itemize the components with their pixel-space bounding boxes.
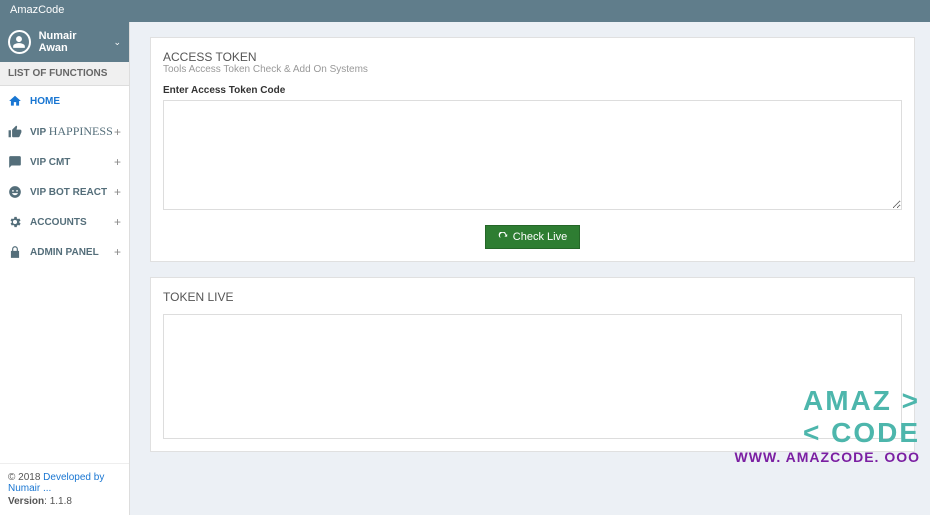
sidebar-item-label: VIP CMT	[30, 157, 121, 168]
panel-title: ACCESS TOKEN	[163, 50, 902, 64]
access-token-input[interactable]	[163, 100, 902, 210]
sidebar-item-admin-panel[interactable]: ADMIN PANEL +	[0, 237, 129, 267]
sidebar-section-header: LIST OF FUNCTIONS	[0, 62, 129, 86]
smile-icon	[8, 185, 22, 199]
thumbs-up-icon	[8, 125, 22, 139]
token-live-panel: TOKEN LIVE	[150, 277, 915, 452]
sidebar-item-label: VIP BOT REACT	[30, 187, 121, 198]
token-input-label: Enter Access Token Code	[163, 85, 902, 96]
user-name-label: Numair Awan	[39, 30, 104, 54]
sidebar-item-label: HOME	[30, 96, 121, 107]
sidebar-item-accounts[interactable]: ACCOUNTS +	[0, 207, 129, 237]
sidebar-item-label: ACCOUNTS	[30, 217, 121, 228]
panel-subtitle: Tools Access Token Check & Add On System…	[163, 64, 902, 75]
plus-icon: +	[114, 125, 121, 139]
refresh-icon	[498, 232, 509, 243]
check-live-button[interactable]: Check Live	[485, 225, 580, 249]
sidebar-item-vip-cmt[interactable]: VIP CMT +	[0, 147, 129, 177]
access-token-panel: ACCESS TOKEN Tools Access Token Check & …	[150, 37, 915, 262]
comment-icon	[8, 155, 22, 169]
panel-title: TOKEN LIVE	[163, 290, 902, 304]
sidebar-item-vip-bot-react[interactable]: VIP BOT REACT +	[0, 177, 129, 207]
home-icon	[8, 94, 22, 108]
sidebar-footer: © 2018 Developed by Numair ... Version: …	[0, 463, 129, 515]
user-menu[interactable]: Numair Awan ⌄	[0, 22, 129, 62]
version-text: Version: 1.1.8	[8, 496, 121, 507]
sidebar: Numair Awan ⌄ LIST OF FUNCTIONS HOME VIP…	[0, 22, 130, 515]
plus-icon: +	[114, 215, 121, 229]
app-header: AmazCode	[0, 0, 930, 22]
plus-icon: +	[114, 185, 121, 199]
button-label: Check Live	[513, 231, 567, 243]
sidebar-item-label: VIP HAPPINESS	[30, 124, 121, 139]
chevron-down-icon: ⌄	[113, 37, 121, 48]
avatar-icon	[8, 30, 31, 54]
brand-label: AmazCode	[10, 4, 64, 16]
copyright-text: © 2018	[8, 472, 43, 483]
admin-icon	[8, 245, 22, 259]
sidebar-item-home[interactable]: HOME	[0, 86, 129, 116]
gear-icon	[8, 215, 22, 229]
token-live-output	[163, 314, 902, 439]
sidebar-nav: HOME VIP HAPPINESS + VIP CMT + VIP BOT R…	[0, 86, 129, 463]
main-content: ACCESS TOKEN Tools Access Token Check & …	[130, 22, 930, 515]
plus-icon: +	[114, 245, 121, 259]
plus-icon: +	[114, 155, 121, 169]
sidebar-item-label: ADMIN PANEL	[30, 247, 121, 258]
sidebar-item-vip-happiness[interactable]: VIP HAPPINESS +	[0, 116, 129, 147]
